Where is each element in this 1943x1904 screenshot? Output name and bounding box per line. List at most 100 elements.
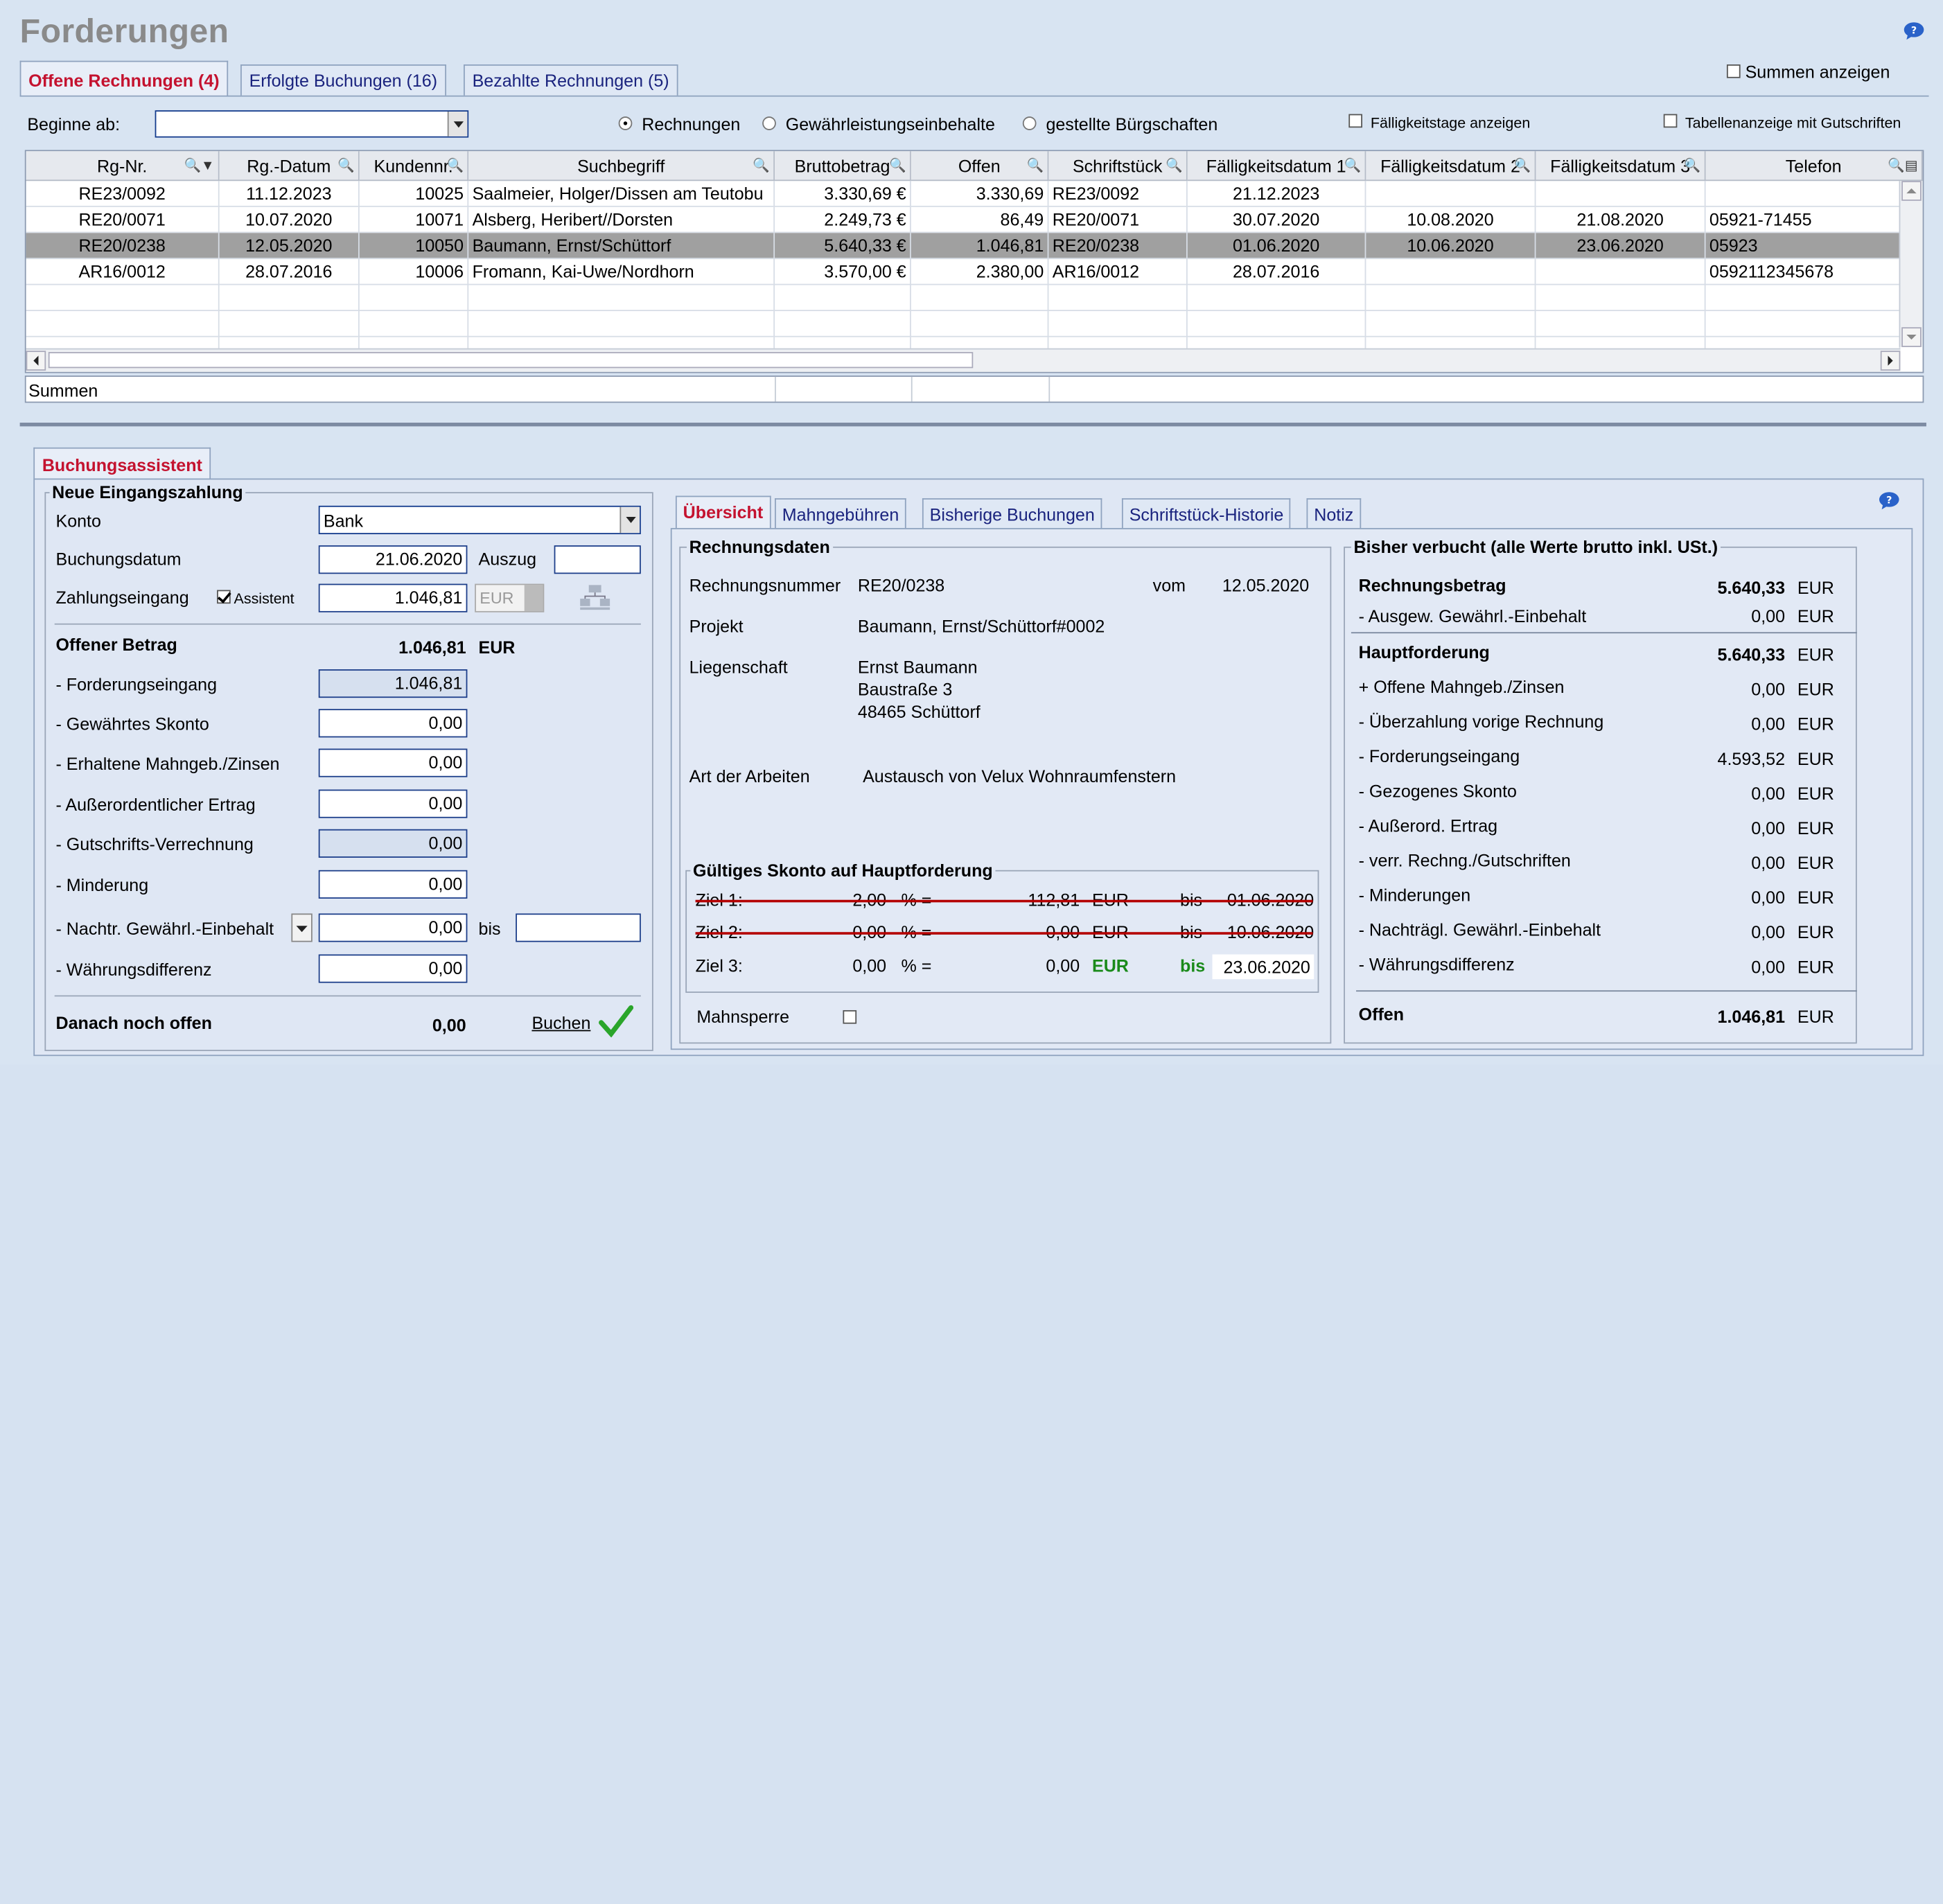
checkbox-icon[interactable] [1726, 64, 1741, 78]
tab-buchungsassistent[interactable]: Buchungsassistent [33, 447, 211, 480]
tabellenanzeige-checkbox[interactable]: Tabellenanzeige mit Gutschriften [1663, 114, 1901, 132]
buchungsdatum-field[interactable]: 21.06.2020 [318, 545, 468, 574]
bisher-line-value: 0,00 [1751, 818, 1786, 838]
col-header-telefon[interactable]: Telefon 🔍▤ [1705, 151, 1923, 182]
radio-icon[interactable] [1022, 116, 1037, 130]
scroll-up-icon[interactable] [1901, 181, 1922, 201]
radio-rechnungen[interactable]: Rechnungen [618, 114, 740, 134]
splitter[interactable] [19, 423, 1926, 427]
chevron-down-icon[interactable] [447, 112, 468, 136]
checkbox-icon[interactable] [217, 590, 231, 604]
radio-icon[interactable] [618, 116, 633, 130]
search-icon[interactable]: 🔍 [753, 151, 770, 181]
liegenschaft-line1: Ernst Baumann [857, 657, 978, 677]
col-header-schriftstueck[interactable]: Schriftstück 🔍 [1048, 151, 1188, 182]
assist-line-field[interactable]: 0,00 [318, 709, 468, 738]
table-cell: 23.06.2020 [1536, 233, 1706, 259]
table-row[interactable]: AR16/0012 28.07.2016 10006 Fromann, Kai-Uwe… [26, 258, 1901, 285]
beginne-ab-combo[interactable] [155, 110, 469, 138]
zahlungseingang-field[interactable]: 1.046,81 [318, 583, 468, 612]
checkbox-icon[interactable] [1663, 114, 1678, 128]
col-header-faelligkeit1[interactable]: Fälligkeitsdatum 1 🔍 [1187, 151, 1366, 182]
table-row[interactable]: RE20/0238 12.05.2020 10050 Baumann, Ernst/S… [26, 233, 1901, 259]
subtab[interactable]: Übersicht [675, 495, 771, 531]
scroll-down-icon[interactable] [1901, 327, 1922, 347]
bis-date-field[interactable] [516, 913, 641, 942]
table-horizontal-scrollbar[interactable] [26, 348, 1901, 372]
search-icon[interactable]: 🔍 [1166, 151, 1183, 181]
chevron-down-icon[interactable] [619, 506, 640, 534]
col-header-faelligkeit2[interactable]: Fälligkeitsdatum 2 🔍 [1366, 151, 1536, 182]
assist-line-field[interactable]: 0,00 [318, 954, 468, 983]
scroll-thumb[interactable] [48, 352, 974, 369]
subtab[interactable]: Notiz [1306, 498, 1362, 529]
table-cell: 21.12.2023 [1188, 181, 1366, 207]
col-header-offen[interactable]: Offen 🔍 [911, 151, 1049, 182]
radio-icon[interactable] [762, 116, 776, 130]
table-cell: Baumann, Ernst/Schüttorf [468, 233, 775, 259]
table-cell: 2.380,00 [911, 258, 1049, 285]
buchen-button[interactable]: Buchen [531, 1005, 634, 1038]
table-cell [1706, 181, 1901, 207]
table-row[interactable] [26, 285, 1901, 312]
col-header-suchbegriff[interactable]: Suchbegriff 🔍 [468, 151, 775, 182]
search-icon[interactable]: 🔍 [1684, 151, 1701, 181]
bisher-line-value: 0,00 [1751, 679, 1786, 699]
assistent-checkbox[interactable]: Assistent [217, 590, 294, 608]
table-cell: 11.12.2023 [220, 181, 360, 207]
assist-line-field[interactable]: 0,00 [318, 870, 468, 899]
search-icon[interactable]: 🔍 [1344, 151, 1362, 181]
search-icon[interactable]: 🔍 [337, 151, 355, 181]
tab-erfolgte-buchungen[interactable]: Erfolgte Buchungen (16) [240, 64, 446, 96]
scroll-right-icon[interactable] [1880, 351, 1901, 371]
rechnungsdaten-title: Rechnungsdaten [687, 536, 833, 557]
chevron-down-icon[interactable] [524, 585, 543, 611]
bisher-line-value: 4.593,52 [1717, 748, 1786, 769]
search-icon[interactable]: 🔍▤ [1888, 151, 1917, 181]
table-cell: Fromann, Kai-Uwe/Nordhorn [468, 258, 775, 285]
col-header-rg-nr[interactable]: Rg-Nr. 🔍▼ [26, 151, 220, 182]
subtab[interactable]: Mahngebühren [775, 498, 907, 529]
svg-text:?: ? [1886, 495, 1892, 506]
auszug-field[interactable] [554, 545, 641, 574]
search-icon[interactable]: 🔍 [1027, 151, 1044, 181]
scroll-left-icon[interactable] [26, 351, 46, 371]
checkbox-icon[interactable] [1348, 114, 1363, 128]
search-icon[interactable]: 🔍 [447, 151, 464, 181]
help-icon[interactable]: ? [1878, 491, 1900, 511]
calculator-icon[interactable] [578, 584, 613, 611]
bisher-line-currency: EUR [1797, 922, 1834, 942]
assist-line-field[interactable]: 0,00 [318, 913, 468, 942]
col-header-bruttobetrag[interactable]: Bruttobetrag 🔍 [775, 151, 911, 182]
search-icon[interactable]: 🔍▼ [184, 151, 214, 181]
konto-combo[interactable]: Bank [318, 505, 641, 535]
bis-label: bis [478, 918, 501, 939]
assist-line-field[interactable]: 0,00 [318, 748, 468, 777]
assist-line-field[interactable]: 0,00 [318, 789, 468, 818]
tab-offene-rechnungen[interactable]: Offene Rechnungen (4) [19, 60, 229, 97]
col-header-faelligkeit3[interactable]: Fälligkeitsdatum 3 🔍 [1536, 151, 1706, 182]
mahnsperre-checkbox[interactable] [843, 1010, 857, 1024]
search-icon[interactable]: 🔍 [1514, 151, 1531, 181]
currency-combo[interactable]: EUR [475, 583, 545, 612]
faelligkeitstage-checkbox[interactable]: Fälligkeitstage anzeigen [1348, 114, 1530, 132]
col-header-kundennr[interactable]: Kundennr. 🔍 [359, 151, 469, 182]
table-row[interactable]: RE23/0092 11.12.2023 10025 Saalmeier, Holge… [26, 181, 1901, 207]
table-row[interactable]: RE20/0071 10.07.2020 10071 Alsberg, Heriber… [26, 206, 1901, 233]
help-icon[interactable]: ? [1903, 21, 1925, 41]
bisher-line-currency: EUR [1797, 957, 1834, 977]
subtab[interactable]: Bisherige Buchungen [922, 498, 1102, 529]
table-vertical-scrollbar[interactable] [1899, 181, 1923, 347]
nachtr-dropdown[interactable] [291, 913, 313, 942]
search-icon[interactable]: 🔍 [889, 151, 906, 181]
subtab[interactable]: Schriftstück-Historie [1121, 498, 1292, 529]
offener-betrag-currency: EUR [478, 637, 516, 658]
radio-gewaehrleistung[interactable]: Gewährleistungseinbehalte [762, 114, 995, 134]
summen-anzeigen-checkbox[interactable]: Summen anzeigen [1726, 62, 1890, 82]
table-cell [1706, 311, 1901, 337]
radio-buergschaften[interactable]: gestellte Bürgschaften [1022, 114, 1217, 134]
tab-bezahlte-rechnungen[interactable]: Bezahlte Rechnungen (5) [464, 64, 678, 96]
col-header-rg-datum[interactable]: Rg.-Datum 🔍 [219, 151, 360, 182]
table-row[interactable] [26, 311, 1901, 337]
beginne-ab-label: Beginne ab: [27, 114, 121, 134]
